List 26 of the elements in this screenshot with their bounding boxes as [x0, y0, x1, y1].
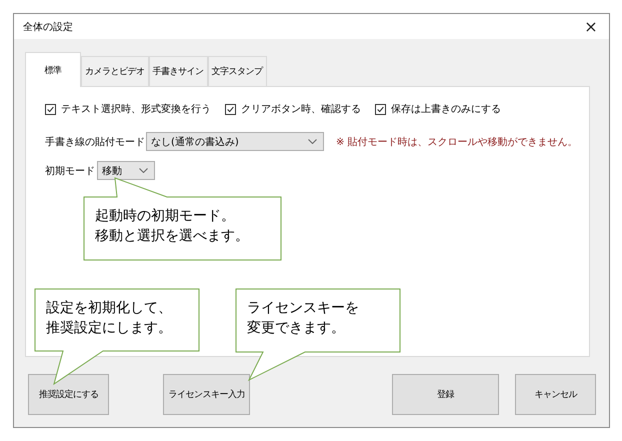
tab[interactable]: カメラとビデオ — [81, 56, 148, 86]
dropdown[interactable]: なし(通常の書込み) — [146, 132, 324, 151]
checkbox[interactable] — [375, 104, 386, 114]
field-label: 手書き線の貼付モード — [45, 136, 146, 148]
tab[interactable]: 標準 — [25, 52, 81, 87]
tab[interactable]: 文字スタンプ — [208, 56, 266, 86]
dialog-button[interactable]: 登録 — [392, 374, 499, 415]
callout-text: ライセンスキーを 変更できます。 — [247, 299, 359, 338]
dropdown[interactable]: 移動 — [97, 161, 155, 180]
chevron-down-icon — [139, 168, 148, 173]
close-button[interactable]: × — [573, 14, 609, 39]
dialog-button[interactable]: キャンセル — [515, 374, 596, 415]
tab[interactable]: 手書きサイン — [148, 56, 208, 86]
dialog-button[interactable]: ライセンスキー入力 — [163, 374, 250, 415]
checkbox-label: テキスト選択時、形式変換を行う — [61, 102, 211, 116]
warning-note: ※ 貼付モード時は、スクロールや移動ができません。 — [336, 136, 578, 148]
callout-text: 起動時の初期モード。 移動と選択を選べます。 — [95, 207, 249, 246]
window-title: 全体の設定 — [23, 20, 73, 34]
checkbox-label: 保存は上書きのみにする — [391, 102, 501, 116]
dialog-button[interactable]: 推奨設定にする — [28, 374, 109, 415]
callout-text: 設定を初期化して、 推奨設定にします。 — [46, 299, 172, 338]
checkbox[interactable] — [45, 104, 56, 114]
chevron-down-icon — [308, 139, 317, 144]
checkbox[interactable] — [225, 104, 236, 114]
field-label: 初期モード — [45, 164, 96, 178]
checkbox-label: クリアボタン時、確認する — [241, 102, 361, 116]
